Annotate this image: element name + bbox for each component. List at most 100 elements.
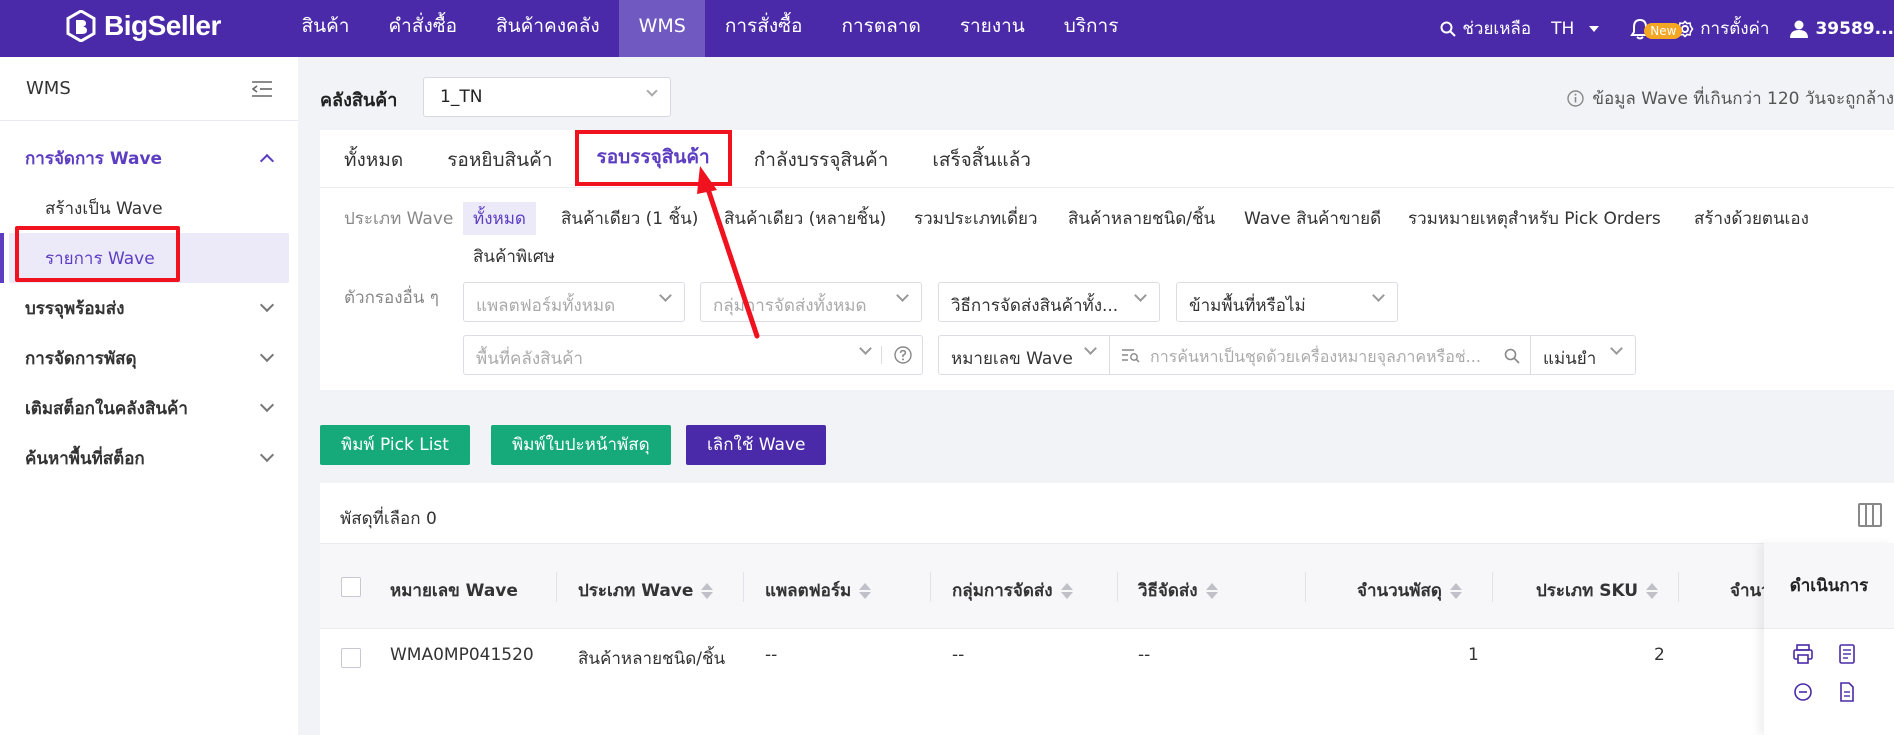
tab-waiting-pick[interactable]: รอหยิบสินค้า — [425, 130, 574, 187]
cancel-wave-button[interactable]: เลิกใช้ Wave — [686, 425, 827, 465]
sidebar-group-replenish[interactable]: เติมสต็อกในคลังสินค้า — [0, 383, 298, 433]
sidebar-group-wave-management[interactable]: การจัดการ Wave — [0, 133, 298, 183]
wave-type-single-multi[interactable]: สินค้าเดียว (หลายชิ้น) — [724, 205, 886, 232]
language-label: TH — [1551, 18, 1575, 39]
minus-circle-icon[interactable] — [1792, 681, 1814, 703]
col-platform[interactable]: แพลตฟอร์ม — [765, 577, 872, 604]
tab-completed[interactable]: เสร็จสิ้นแล้ว — [910, 130, 1053, 187]
column-divider — [556, 572, 557, 602]
cross-zone-select[interactable]: ข้ามพื้นที่หรือไม่ — [1176, 282, 1398, 322]
tab-all[interactable]: ทั้งหมด — [322, 130, 425, 187]
sort-icon[interactable] — [1205, 582, 1218, 599]
wave-type-special[interactable]: สินค้าพิเศษ — [473, 243, 555, 270]
col-sku-types[interactable]: ประเภท SKU — [1536, 577, 1659, 604]
col-label: จำนวนพัสดุ — [1357, 581, 1442, 601]
wave-type-all[interactable]: ทั้งหมด — [463, 202, 536, 235]
nav-products[interactable]: สินค้า — [282, 0, 369, 57]
document-icon[interactable] — [1836, 681, 1858, 703]
tab-waiting-pack[interactable]: รอบรรจุสินค้า — [574, 130, 732, 186]
search-field-value: หมายเลข Wave — [951, 349, 1073, 369]
chevron-down-icon — [859, 342, 872, 355]
tab-packing[interactable]: กำลังบรรจุสินค้า — [732, 130, 911, 187]
sidebar-title: WMS — [26, 78, 71, 99]
top-navigation-bar: BigSeller สินค้า คำสั่งซื้อ สินค้าคงคลัง… — [0, 0, 1894, 57]
select-all-checkbox[interactable] — [341, 577, 361, 597]
filter-list-icon — [1122, 349, 1140, 363]
help-label: ช่วยเหลือ — [1462, 19, 1532, 39]
sidebar-group-pack-ship[interactable]: บรรจุพร้อมส่ง — [0, 283, 298, 333]
match-mode-select[interactable]: แม่นยำ — [1530, 335, 1636, 375]
col-label: หมายเลข Wave — [390, 581, 518, 601]
shipping-group-placeholder: กลุ่มการจัดส่งทั้งหมด — [713, 296, 867, 316]
warehouse-zone-select[interactable]: พื้นที่คลังสินค้า — [463, 335, 923, 375]
settings-link[interactable]: การตั้งค่า — [1676, 15, 1769, 42]
print-shipping-label-button[interactable]: พิมพ์ใบปะหน้าพัสดุ — [491, 425, 671, 465]
clipboard-icon[interactable] — [1836, 643, 1858, 665]
chevron-down-icon — [646, 85, 658, 97]
nav-services[interactable]: บริการ — [1044, 0, 1138, 57]
wave-type-multi[interactable]: สินค้าหลายชนิด/ชิ้น — [1068, 205, 1215, 232]
main-nav: สินค้า คำสั่งซื้อ สินค้าคงคลัง WMS การสั… — [282, 0, 1138, 57]
sidebar-group-stock-location[interactable]: ค้นหาพื้นที่สต็อก — [0, 433, 298, 483]
user-name: 39589... — [1815, 18, 1894, 39]
print-icon[interactable] — [1792, 643, 1814, 665]
user-menu[interactable]: 39589... — [1789, 19, 1894, 39]
bigseller-logo[interactable]: BigSeller — [66, 10, 221, 42]
cross-zone-placeholder: ข้ามพื้นที่หรือไม่ — [1189, 296, 1306, 316]
retention-note-text: ข้อมูล Wave ที่เกินกว่า 120 วันจะถูกล้าง — [1592, 89, 1894, 109]
sort-icon[interactable] — [1060, 582, 1073, 599]
wave-type-bestseller[interactable]: Wave สินค้าขายดี — [1244, 205, 1381, 232]
sidebar-group-parcel-management[interactable]: การจัดการพัสดุ — [0, 333, 298, 383]
language-selector[interactable]: TH — [1551, 19, 1600, 39]
sort-icon[interactable] — [701, 582, 714, 599]
column-divider — [1305, 572, 1306, 602]
columns-icon[interactable] — [1858, 503, 1882, 527]
wave-type-single-one[interactable]: สินค้าเดียว (1 ชิ้น) — [561, 205, 698, 232]
shipping-group-select[interactable]: กลุ่มการจัดส่งทั้งหมด — [700, 282, 922, 322]
chevron-down-icon — [259, 397, 275, 413]
chevron-down-icon — [896, 289, 909, 302]
cell-platform: -- — [765, 645, 778, 665]
row-checkbox[interactable] — [341, 648, 361, 668]
nav-inventory[interactable]: สินค้าคงคลัง — [477, 0, 620, 57]
platform-placeholder: แพลตฟอร์มทั้งหมด — [476, 296, 616, 316]
collapse-menu-icon[interactable] — [252, 80, 272, 97]
search-input[interactable]: การค้นหาเป็นชุดด้วยเครื่องหมายจุลภาคหรือ… — [1109, 335, 1531, 375]
nav-purchase[interactable]: การสั่งซื้อ — [705, 0, 822, 57]
print-pick-list-button[interactable]: พิมพ์ Pick List — [320, 425, 470, 465]
col-label: วิธีจัดส่ง — [1138, 581, 1198, 601]
help-link[interactable]: ช่วยเหลือ — [1440, 15, 1531, 42]
col-shipping-method[interactable]: วิธีจัดส่ง — [1138, 577, 1218, 604]
sort-icon[interactable] — [1449, 582, 1462, 599]
nav-orders[interactable]: คำสั่งซื้อ — [369, 0, 477, 57]
wave-type-pick-notes[interactable]: รวมหมายเหตุสำหรับ Pick Orders — [1408, 205, 1661, 232]
sort-icon[interactable] — [1646, 582, 1659, 599]
wave-type-manual[interactable]: สร้างด้วยตนเอง — [1694, 205, 1809, 232]
search-icon[interactable] — [1504, 348, 1520, 364]
col-parcel-count[interactable]: จำนวนพัสดุ — [1357, 577, 1462, 604]
cell-wave-no[interactable]: WMA0MP041520 — [390, 645, 534, 665]
cell-parcel-count: 1 — [1468, 645, 1479, 665]
sort-icon[interactable] — [859, 582, 872, 599]
search-icon — [1440, 21, 1457, 37]
shipping-method-select[interactable]: วิธีการจัดส่งสินค้าทั้ง... — [938, 282, 1160, 322]
nav-reports[interactable]: รายงาน — [940, 0, 1044, 57]
other-filters-label: ตัวกรองอื่น ๆ — [344, 288, 439, 308]
warehouse-select[interactable]: 1_TN — [423, 77, 671, 117]
cell-shipping-method: -- — [1138, 645, 1151, 665]
col-label: ประเภท SKU — [1536, 581, 1639, 601]
cell-shipping-group: -- — [952, 645, 965, 665]
wave-type-merged-single[interactable]: รวมประเภทเดี่ยว — [914, 205, 1038, 232]
sidebar-group-label: การจัดการ Wave — [25, 148, 163, 169]
platform-select[interactable]: แพลตฟอร์มทั้งหมด — [463, 282, 685, 322]
match-mode-value: แม่นยำ — [1543, 349, 1597, 369]
column-divider — [1117, 572, 1118, 602]
nav-marketing[interactable]: การตลาด — [822, 0, 940, 57]
col-wave-type[interactable]: ประเภท Wave — [578, 577, 714, 604]
search-field-select[interactable]: หมายเลข Wave — [938, 335, 1110, 375]
notifications-button[interactable]: New — [1630, 18, 1683, 40]
help-circle-icon[interactable] — [894, 346, 912, 364]
nav-wms[interactable]: WMS — [619, 0, 706, 57]
col-wave-no[interactable]: หมายเลข Wave — [390, 577, 518, 604]
col-shipping-group[interactable]: กลุ่มการจัดส่ง — [952, 577, 1073, 604]
